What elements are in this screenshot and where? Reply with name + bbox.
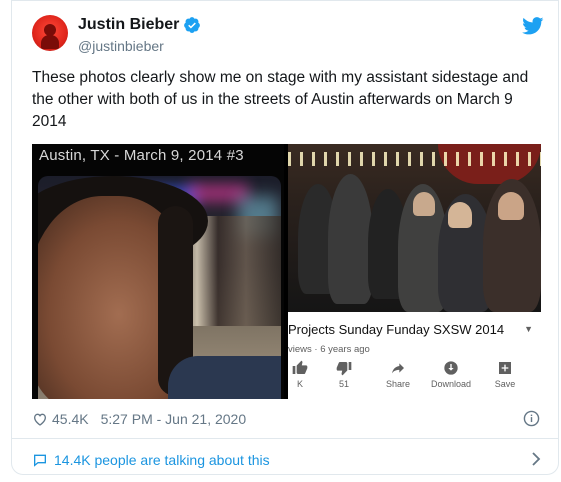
thumbs-up-icon [292, 360, 308, 374]
download-action: Download [431, 360, 471, 389]
chevron-right-icon [532, 452, 541, 466]
twitter-bird-icon[interactable] [522, 17, 544, 35]
string-lights [288, 152, 541, 166]
speech-bubble-icon [34, 454, 46, 467]
jacket-shape [168, 356, 281, 399]
like-count[interactable]: 45.4K [52, 411, 89, 427]
video-meta: views · 6 years ago [288, 344, 370, 355]
tweet-media: Austin, TX - March 9, 2014 #3 Projects S… [32, 144, 541, 399]
thumbs-down-icon [336, 362, 352, 376]
tweet-text: These photos clearly show me on stage wi… [32, 69, 529, 130]
conversation-link[interactable]: 14.4K people are talking about this [32, 450, 542, 470]
save-action: Save [485, 360, 525, 389]
photo-caption: Austin, TX - March 9, 2014 #3 [39, 147, 244, 164]
verified-badge-icon [184, 17, 201, 33]
photo-video-screenshot[interactable]: Projects Sunday Funday SXSW 2014 ▼ views… [288, 144, 541, 399]
selfie-image [38, 176, 281, 399]
info-icon[interactable] [523, 410, 540, 427]
save-label: Save [494, 379, 516, 389]
crowd-person [328, 174, 373, 304]
crowd-person [448, 202, 472, 228]
author-avatar[interactable] [32, 15, 68, 51]
video-actions: K 51 Share Download Save [288, 360, 541, 398]
share-label: Share [385, 379, 411, 389]
author-handle[interactable]: @justinbieber [78, 38, 164, 54]
divider [12, 438, 558, 439]
tweet-meta-row: 45.4K 5:27 PM - Jun 21, 2020 [32, 409, 542, 429]
avatar-figure-body [41, 35, 59, 49]
crowd-person [498, 192, 524, 220]
photo-selfie[interactable]: Austin, TX - March 9, 2014 #3 [32, 144, 284, 399]
video-title-row: Projects Sunday Funday SXSW 2014 ▼ [288, 322, 541, 342]
video-thumbnail [288, 144, 541, 312]
tweet-timestamp[interactable]: 5:27 PM - Jun 21, 2020 [101, 411, 247, 427]
share-icon [392, 363, 404, 374]
author-name-row: Justin Bieber [78, 16, 201, 34]
conversation-text: 14.4K people are talking about this [54, 452, 270, 468]
dislike-count: 51 [338, 379, 349, 389]
download-label: Download [431, 379, 472, 389]
crowd-person [413, 192, 435, 216]
like-action: K [280, 360, 320, 389]
like-count: K [296, 379, 303, 389]
author-name[interactable]: Justin Bieber [78, 16, 179, 34]
dislike-action: 51 [324, 360, 364, 389]
video-title: Projects Sunday Funday SXSW 2014 [288, 322, 505, 337]
heart-icon[interactable] [32, 411, 48, 427]
save-icon [499, 362, 511, 374]
share-action: Share [378, 360, 418, 389]
tweet-card: Justin Bieber @justinbieber These photos… [11, 0, 559, 475]
download-icon [444, 361, 458, 375]
chevron-down-icon: ▼ [524, 324, 533, 334]
